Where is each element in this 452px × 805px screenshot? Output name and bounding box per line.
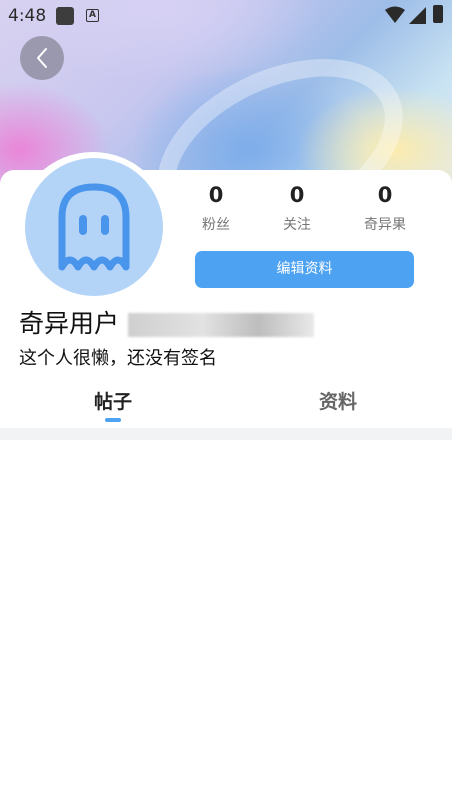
stat-followers[interactable]: 0 粉丝: [181, 182, 251, 234]
keyboard-a-icon: A: [86, 9, 99, 22]
stat-kiwi[interactable]: 0 奇异果: [350, 182, 420, 234]
signature: 这个人很懒，还没有签名: [19, 348, 217, 369]
stat-label: 粉丝: [202, 217, 230, 233]
stat-label: 奇异果: [364, 217, 406, 233]
battery-icon: [433, 5, 443, 23]
notification-icon: [56, 7, 74, 25]
tab-info[interactable]: 资料: [319, 388, 357, 416]
avatar[interactable]: [25, 158, 163, 296]
signal-icon: [409, 7, 426, 24]
wifi-icon: [385, 6, 405, 23]
username-redacted: [128, 313, 314, 337]
status-time: 4:48: [8, 6, 47, 26]
username: 奇异用户: [19, 309, 120, 338]
tab-indicator: [105, 418, 121, 422]
chevron-left-icon: [37, 48, 47, 68]
back-button[interactable]: [20, 36, 64, 80]
status-bar: 4:48 A: [0, 0, 452, 32]
stat-label: 关注: [283, 217, 311, 233]
tab-posts[interactable]: 帖子: [94, 388, 132, 416]
edit-profile-button[interactable]: 编辑资料: [195, 251, 414, 288]
stat-value: 0: [377, 183, 393, 207]
stat-value: 0: [289, 183, 305, 207]
stat-following[interactable]: 0 关注: [262, 182, 332, 234]
ghost-icon: [58, 183, 130, 271]
stat-value: 0: [208, 183, 224, 207]
section-divider: [0, 428, 452, 440]
